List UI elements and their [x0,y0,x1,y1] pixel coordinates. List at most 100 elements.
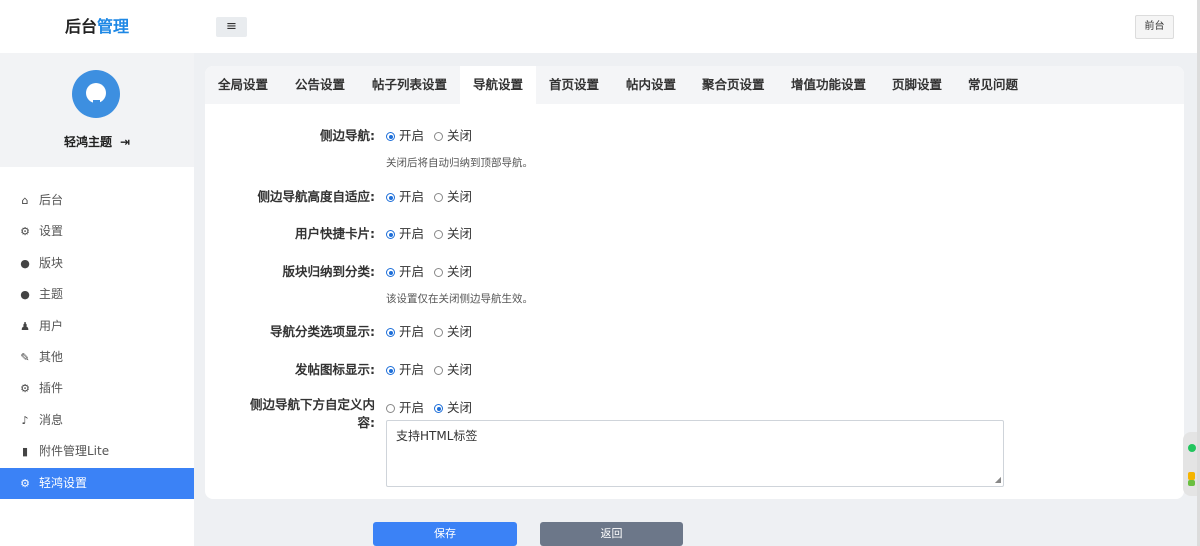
gear-icon: ⚙ [20,476,30,490]
radio-group: 开启 关闭 [386,321,482,340]
avatar-tail [93,100,100,108]
radio-circle-icon[interactable] [386,268,395,277]
tab-8[interactable]: 页脚设置 [879,66,955,104]
brand-prefix: 后台 [64,17,97,36]
setting-label-text: 发帖图标显示: [295,362,375,377]
sidebar-item-9[interactable]: ⚙ 轻鸿设置 [0,467,194,499]
textarea-placeholder: 支持HTML标签 [396,429,478,443]
front-site-button[interactable]: 前台 [1135,15,1174,39]
radio-circle-icon[interactable] [386,328,395,337]
setting-label: 侧边导航下方自定义内 容: [5,396,375,432]
sidebar-item-label: 附件管理Lite [39,444,110,459]
radio-label: 关闭 [447,189,473,204]
tab-2[interactable]: 帖子列表设置 [359,66,460,104]
radio-off[interactable]: 关闭 [434,125,472,144]
radio-circle-icon[interactable] [434,230,444,239]
radio-off[interactable]: 关闭 [434,223,472,242]
radio-circle-icon[interactable] [386,193,395,202]
menu-toggle-button[interactable]: ≡ [216,17,247,37]
setting-label: 发帖图标显示: [5,359,375,378]
sidebar-item-label: 主题 [39,287,64,302]
radio-on[interactable]: 开启 [386,261,424,280]
tab-5[interactable]: 帖内设置 [613,66,689,104]
radio-group: 开启 关闭 [386,359,482,378]
setting-label-text: 用户快捷卡片: [295,226,375,241]
tab-0[interactable]: 全局设置 [205,66,281,104]
hamburger-icon: ≡ [226,19,237,34]
radio-label: 关闭 [447,128,473,143]
radio-on[interactable]: 开启 [386,186,424,205]
setting-label-text: 侧边导航: [320,128,375,143]
setting-label: 侧边导航高度自适应: [5,186,376,205]
tab-9[interactable]: 常见问题 [955,66,1031,104]
radio-on[interactable]: 开启 [386,223,424,242]
shield-check-icon [1188,444,1196,452]
file-icon: ▮ [21,445,29,459]
radio-circle-icon[interactable] [434,366,444,375]
radio-label: 关闭 [447,362,473,377]
avatar[interactable] [72,70,120,118]
radio-off[interactable]: 关闭 [434,397,472,416]
setting-label-text: 侧边导航高度自适应: [257,189,376,204]
radio-label: 开启 [399,189,425,204]
tab-1[interactable]: 公告设置 [282,66,358,104]
radio-on[interactable]: 开启 [386,359,424,378]
brand-accent: 管理 [97,17,130,36]
radio-off[interactable]: 关闭 [434,186,472,205]
setting-label: 导航分类选项显示: [5,321,375,340]
radio-circle-icon[interactable] [434,193,444,202]
radio-on[interactable]: 开启 [386,397,424,416]
radio-off[interactable]: 关闭 [434,261,472,280]
setting-hint: 关闭后将自动归纳到顶部导航。 [386,157,533,169]
brand-logo[interactable]: 后台管理 [0,0,194,53]
radio-off[interactable]: 关闭 [434,321,472,340]
sidebar-item-label: 插件 [39,381,64,396]
radio-circle-icon[interactable] [386,366,395,375]
radio-group: 开启 关闭 [386,397,482,416]
custom-content-textarea[interactable]: 支持HTML标签 ◢ [386,420,1004,487]
setting-label: 版块归纳到分类: [5,261,376,280]
radio-group: 开启 关闭 [386,223,482,242]
radio-off[interactable]: 关闭 [434,359,472,378]
user-profile: 轻鸿主题 ⇥ [0,53,194,167]
radio-circle-icon[interactable] [386,132,395,141]
setting-label-text: 侧边导航下方自定义内 [249,397,375,412]
radio-circle-icon[interactable] [434,328,444,337]
tab-4[interactable]: 首页设置 [536,66,612,104]
sidebar-item-8[interactable]: ▮ 附件管理Lite [0,436,194,467]
radio-circle-icon[interactable] [386,230,395,239]
tab-7[interactable]: 增值功能设置 [778,66,879,104]
tab-6[interactable]: 聚合页设置 [689,66,778,104]
radio-circle-icon[interactable] [434,404,444,413]
radio-label: 关闭 [447,226,473,241]
tab-3[interactable]: 导航设置 [460,66,537,104]
radio-group: 开启 关闭 [386,186,482,205]
radio-label: 关闭 [447,324,473,339]
radio-circle-icon[interactable] [434,132,444,141]
setting-label: 用户快捷卡片: [5,223,375,242]
radio-label: 开启 [399,362,425,377]
save-button[interactable]: 保存 [373,522,517,546]
radio-group: 开启 关闭 [386,261,482,280]
radio-on[interactable]: 开启 [386,125,424,144]
setting-hint: 该设置仅在关闭侧边导航生效。 [386,293,533,305]
radio-on[interactable]: 开启 [386,321,424,340]
status-yellow-icon [1188,472,1195,480]
status-green-icon [1188,480,1195,486]
sidebar-item-3[interactable]: ● 主题 [0,279,194,310]
top-bar: 后台管理 ≡ 前台 [0,0,1200,53]
radio-circle-icon[interactable] [386,404,395,413]
setting-label: 侧边导航: [5,125,375,144]
radio-label: 开启 [399,324,425,339]
resize-handle-icon[interactable]: ◢ [995,476,1001,484]
back-button[interactable]: 返回 [540,522,683,546]
radio-group: 开启 关闭 [386,125,482,144]
radio-label: 关闭 [447,400,473,415]
setting-label-text: 版块归纳到分类: [282,264,376,279]
radio-circle-icon[interactable] [434,268,444,277]
setting-label-text: 导航分类选项显示: [270,324,375,339]
radio-label: 开启 [399,264,425,279]
sidebar-item-label: 轻鸿设置 [39,475,88,490]
radio-label: 开启 [399,226,425,241]
radio-label: 开启 [399,400,425,415]
